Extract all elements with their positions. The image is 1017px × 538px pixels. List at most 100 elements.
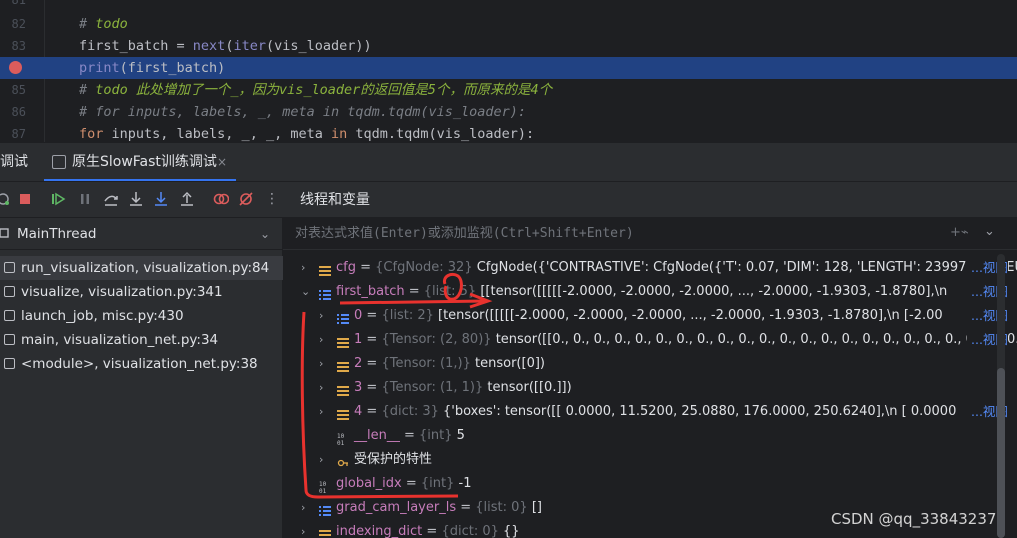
code-line[interactable]: 85 # todo 此处增加了一个_，因为vis_loader的返回值是5个，而原… xyxy=(0,79,1017,101)
variable-row[interactable]: › 2 = {Tensor: (1,)} tensor([0]) xyxy=(283,352,1003,376)
variable-row[interactable]: 10 01 global_idx = {int} -1 xyxy=(283,472,1003,496)
variable-row[interactable]: › cfg = {CfgNode: 32} CfgNode({'CONTRASTI… xyxy=(283,256,1017,280)
step-out-icon[interactable] xyxy=(178,190,196,208)
line-number: 81 xyxy=(11,0,26,7)
protected-icon xyxy=(337,454,349,467)
watermark: CSDN @qq_33843237 xyxy=(831,510,997,528)
variable-type: {CfgNode: 32} xyxy=(375,260,473,275)
stack-frame-label: main, visualization_net.py:34 xyxy=(21,332,219,348)
code-token: 此处增加了一个_，因为vis_loader的返回值是5个，而原来的是4个 xyxy=(135,82,553,98)
stack-frame[interactable]: run_visualization, visualization.py:84 xyxy=(0,256,283,280)
dict-icon xyxy=(319,262,331,276)
dict-icon xyxy=(337,334,349,348)
variable-text: 1 = {Tensor: (2, 80)} tensor([[0., 0., 0… xyxy=(354,328,1017,352)
chevron-right-icon[interactable]: › xyxy=(319,304,323,328)
threads-variables-label[interactable]: 线程和变量 xyxy=(300,182,370,218)
frame-icon xyxy=(4,286,15,297)
code-line[interactable]: 86 # for inputs, labels, _, meta in tqdm.… xyxy=(0,101,1017,123)
variable-type: {Tensor: (2, 80)} xyxy=(381,332,492,347)
code-token: tqdm.tqdm(vis_loader): xyxy=(347,126,535,142)
stack-frame[interactable]: launch_job, misc.py:430 xyxy=(0,304,283,328)
code-line[interactable]: 87 for inputs, labels, _, _, meta in tqdm… xyxy=(0,123,1017,142)
code-line[interactable]: print(first_batch) xyxy=(0,57,1017,79)
code-line[interactable]: 83 first_batch = next(iter(vis_loader)) xyxy=(0,35,1017,57)
code-token: # for inputs, labels, _, meta in tqdm.tq… xyxy=(79,104,527,120)
add-watch-icon[interactable]: +⌁ xyxy=(950,225,969,240)
variable-type: {list: 0} xyxy=(475,500,528,515)
equals-sign: = xyxy=(401,476,421,491)
evaluate-expression-input[interactable] xyxy=(295,218,915,249)
chevron-right-icon[interactable]: › xyxy=(319,400,323,424)
chevron-right-icon[interactable]: › xyxy=(319,448,323,472)
chevron-right-icon[interactable]: › xyxy=(301,256,305,280)
code-token: in xyxy=(330,126,348,142)
code-line[interactable]: 81 xyxy=(0,0,1017,11)
variable-row[interactable]: › 4 = {dict: 3} {'boxes': tensor([[ 0.000… xyxy=(283,400,1008,424)
line-number: 83 xyxy=(11,39,26,53)
svg-text:01: 01 xyxy=(319,488,327,493)
stack-frame[interactable]: visualize, visualization.py:341 xyxy=(0,280,283,304)
code-token: todo xyxy=(95,16,128,32)
rerun-icon[interactable] xyxy=(0,190,12,208)
code-text: # for inputs, labels, _, meta in tqdm.tq… xyxy=(79,101,526,123)
chevron-down-icon[interactable]: ⌄ xyxy=(260,218,270,250)
line-number: 82 xyxy=(11,17,26,31)
chevron-right-icon[interactable]: › xyxy=(301,520,305,538)
stack-frame-label: <module>, visualization_net.py:38 xyxy=(21,356,258,372)
variable-text: first_batch = {list: 5} [[tensor([[[[[-2… xyxy=(336,280,947,304)
view-breakpoints-icon[interactable] xyxy=(212,190,230,208)
variable-type: {dict: 0} xyxy=(441,524,499,538)
scrollbar-thumb[interactable] xyxy=(997,368,1005,538)
code-editor[interactable]: 81 82 # todo 83 first_batch = next(iter(vis_… xyxy=(0,0,1017,142)
step-into-icon[interactable] xyxy=(127,190,145,208)
variable-row[interactable]: › 1 = {Tensor: (2, 80)} tensor([[0., 0., … xyxy=(283,328,1017,352)
variable-row[interactable]: 10 01 __len__ = {int} 5 xyxy=(283,424,1003,448)
thread-selector[interactable]: MainThread ⌄ xyxy=(0,218,283,250)
variable-row[interactable]: ⌄ first_batch = {list: 5} [[tensor([[[[[-… xyxy=(283,280,1008,304)
stack-frame[interactable]: <module>, visualization_net.py:38 xyxy=(0,352,283,376)
chevron-right-icon[interactable]: › xyxy=(319,328,323,352)
mute-breakpoints-icon[interactable] xyxy=(237,190,255,208)
equals-sign: = xyxy=(362,404,382,419)
code-token: print xyxy=(79,60,120,76)
code-line[interactable]: 82 # todo xyxy=(0,13,1017,35)
variable-value: -1 xyxy=(458,476,472,491)
debug-tool-title[interactable]: 调试 xyxy=(0,143,28,181)
code-token: first_batch = xyxy=(79,38,193,54)
chevron-right-icon[interactable]: › xyxy=(319,376,323,400)
variable-row[interactable]: › 3 = {Tensor: (1, 1)} tensor([[0.]]) xyxy=(283,376,1003,400)
chevron-down-icon[interactable]: ⌄ xyxy=(984,224,995,239)
step-into-my-code-icon[interactable] xyxy=(152,190,170,208)
step-over-icon[interactable] xyxy=(102,190,120,208)
list-icon xyxy=(319,502,331,516)
code-text: # todo xyxy=(79,13,128,35)
code-token: (first_batch) xyxy=(119,60,226,76)
variable-type: {list: 2} xyxy=(381,308,434,323)
equals-sign: = xyxy=(355,260,376,275)
stop-icon[interactable] xyxy=(16,190,34,208)
code-token: next xyxy=(192,38,226,54)
chevron-right-icon[interactable]: › xyxy=(319,352,323,376)
pause-icon[interactable] xyxy=(76,190,94,208)
variable-name: global_idx xyxy=(336,476,402,491)
equals-sign: = xyxy=(362,332,382,347)
variable-row[interactable]: › 0 = {list: 2} [tensor([[[[[-2.0000, -2.… xyxy=(283,304,1008,328)
variable-text: __len__ = {int} 5 xyxy=(354,424,465,448)
debug-tool-window-header: 调试 原生SlowFast训练调试 × xyxy=(0,142,1017,182)
code-text: # todo 此处增加了一个_，因为vis_loader的返回值是5个，而原来的… xyxy=(79,79,552,101)
variable-value: {} xyxy=(503,524,520,538)
frame-icon xyxy=(4,262,15,273)
more-icon[interactable]: ⋮ xyxy=(263,190,281,208)
equals-sign: = xyxy=(362,356,382,371)
variable-text: grad_cam_layer_ls = {list: 0} [] xyxy=(336,496,542,520)
dict-icon xyxy=(337,358,349,372)
chevron-down-icon[interactable]: ⌄ xyxy=(301,280,310,304)
chevron-right-icon[interactable]: › xyxy=(301,496,305,520)
tab-run-config[interactable]: 原生SlowFast训练调试 × xyxy=(40,143,236,181)
variable-row[interactable]: › 受保护的特性 xyxy=(283,448,1003,472)
close-icon[interactable]: × xyxy=(217,143,227,181)
line-number: 85 xyxy=(11,83,26,97)
breakpoint-icon[interactable] xyxy=(9,61,22,74)
stack-frame[interactable]: main, visualization_net.py:34 xyxy=(0,328,283,352)
resume-icon[interactable] xyxy=(49,190,67,208)
